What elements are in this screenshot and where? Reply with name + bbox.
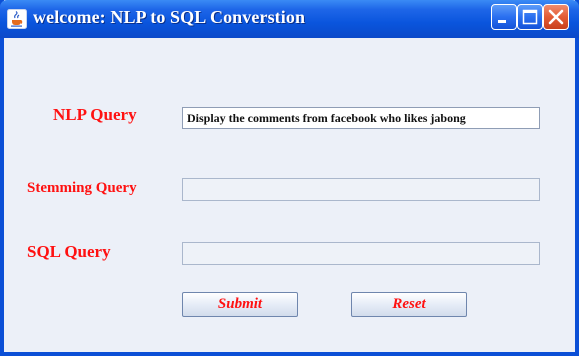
stemming-query-field[interactable] (182, 178, 540, 201)
submit-button[interactable]: Submit (182, 292, 298, 317)
sql-query-label: SQL Query (27, 242, 111, 261)
reset-button[interactable]: Reset (351, 292, 467, 317)
minimize-icon (498, 20, 506, 23)
java-cup-icon[interactable] (7, 9, 27, 29)
nlp-query-input[interactable]: Display the comments from facebook who l… (182, 107, 540, 129)
window-title: welcome: NLP to SQL Converstion (33, 7, 306, 27)
stemming-query-label: Stemming Query (27, 180, 137, 196)
maximize-button[interactable] (517, 4, 543, 30)
app-window: welcome: NLP to SQL Converstion NLP Quer… (0, 0, 579, 356)
maximize-icon (522, 9, 538, 25)
title-bar[interactable]: welcome: NLP to SQL Converstion (0, 0, 579, 38)
minimize-button[interactable] (491, 4, 517, 30)
close-icon (548, 9, 564, 25)
close-button[interactable] (543, 4, 569, 30)
nlp-query-label: NLP Query (53, 105, 137, 124)
sql-query-field[interactable] (182, 242, 540, 265)
